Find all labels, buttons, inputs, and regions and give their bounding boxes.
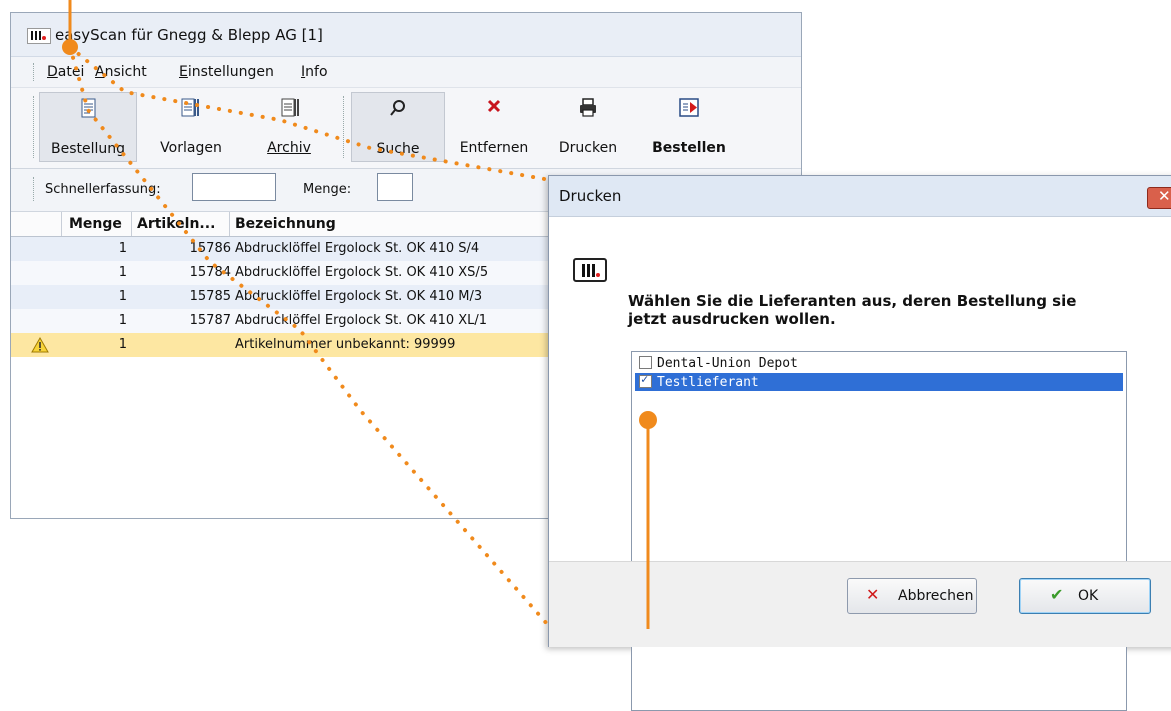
title-bar: easyScan für Gnegg & Blepp AG [1] [11, 13, 801, 57]
vorlagen-label: Vorlagen [160, 140, 222, 156]
printer-icon [575, 96, 601, 120]
quantity-input[interactable] [377, 173, 413, 201]
archiv-label: Archiv [267, 140, 311, 156]
print-dialog: Drucken ✕ Wählen Sie die Lieferanten aus… [548, 175, 1171, 711]
checkmark-icon: ✔ [1050, 585, 1064, 604]
menu-datei[interactable]: Datei [47, 64, 84, 80]
window-title: easyScan für Gnegg & Blepp AG [1] [55, 26, 323, 44]
app-logo-icon [27, 28, 51, 44]
menu-einstellungen[interactable]: Einstellungen [179, 64, 274, 80]
order-document-icon [75, 97, 101, 121]
warning-icon [31, 336, 49, 354]
bestellen-label: Bestellen [652, 140, 726, 156]
quick-entry-input[interactable] [192, 173, 276, 201]
quick-entry-label: Schnellerfassung: [45, 182, 161, 197]
entfernen-button[interactable]: Entfernen [451, 92, 537, 160]
dialog-title: Drucken [559, 187, 622, 205]
cell-bezeichnung: Abdrucklöffel Ergolock St. OK 410 XL/1 [235, 313, 488, 328]
cancel-label: Abbrechen [898, 588, 974, 604]
cell-bezeichnung: Artikelnummer unbekannt: 99999 [235, 337, 456, 352]
checkbox-checked[interactable]: ✓ [639, 372, 652, 388]
quickbar-grip [33, 177, 37, 201]
cell-artikelnummer: 15784 [189, 265, 231, 280]
cell-menge: 1 [118, 241, 127, 256]
cell-menge: 1 [118, 289, 127, 304]
menu-info[interactable]: Info [301, 64, 328, 80]
templates-icon [178, 96, 204, 120]
cell-bezeichnung: Abdrucklöffel Ergolock St. OK 410 XS/5 [235, 265, 489, 280]
cell-bezeichnung: Abdrucklöffel Ergolock St. OK 410 S/4 [235, 241, 480, 256]
cell-artikelnummer: 15785 [189, 289, 231, 304]
remove-x-icon [481, 96, 507, 120]
column-bezeichnung[interactable]: Bezeichnung [235, 216, 336, 232]
dialog-message: Wählen Sie die Lieferanten aus, deren Be… [628, 292, 1148, 328]
toolbar-grip [33, 96, 37, 158]
toolbar-grip-2 [343, 96, 347, 158]
menu-ansicht[interactable]: Ansicht [95, 64, 147, 80]
drucken-label: Drucken [558, 140, 618, 156]
suche-label: Suche [376, 141, 420, 157]
cell-artikelnummer: 15787 [189, 313, 231, 328]
menu-grip [33, 63, 37, 81]
list-item-label: Testlieferant [657, 375, 759, 390]
bestellung-button[interactable]: Bestellung [39, 92, 137, 162]
toolbar: Bestellung Vorlagen Archiv Suche Entfern… [11, 88, 801, 169]
bestellen-button[interactable]: Bestellen [639, 92, 739, 160]
cell-menge: 1 [118, 337, 127, 352]
list-item-dental-union[interactable]: Dental-Union Depot [635, 354, 1123, 372]
vorlagen-button[interactable]: Vorlagen [143, 92, 239, 160]
supplier-list[interactable]: Dental-Union Depot ✓ Testlieferant [631, 351, 1127, 711]
dialog-message-line: jetzt ausdrucken wollen. [628, 310, 836, 328]
suche-button[interactable]: Suche [351, 92, 445, 162]
cancel-x-icon: ✕ [866, 585, 880, 604]
cell-menge: 1 [118, 265, 127, 280]
send-order-icon [676, 96, 702, 120]
app-logo-icon [573, 258, 607, 282]
quantity-label: Menge: [303, 182, 352, 197]
cancel-button[interactable]: ✕ Abbrechen [847, 578, 977, 614]
close-icon: ✕ [1158, 187, 1171, 205]
dialog-title-bar: Drucken ✕ [549, 176, 1171, 217]
cell-bezeichnung: Abdrucklöffel Ergolock St. OK 410 M/3 [235, 289, 483, 304]
close-button[interactable]: ✕ [1147, 187, 1171, 209]
checkmark-icon: ✓ [641, 372, 649, 386]
archive-icon [276, 96, 302, 120]
column-menge[interactable]: Menge [69, 216, 122, 232]
menu-bar: Datei Ansicht Einstellungen Info [11, 57, 801, 88]
column-artikelnummer[interactable]: Artikeln... [137, 216, 215, 232]
search-icon [385, 97, 411, 121]
list-item-label: Dental-Union Depot [657, 356, 798, 371]
ok-button[interactable]: ✔ OK [1019, 578, 1151, 614]
cell-menge: 1 [118, 313, 127, 328]
drucken-button[interactable]: Drucken [545, 92, 631, 160]
entfernen-label: Entfernen [459, 140, 529, 156]
list-item-testlieferant[interactable]: ✓ Testlieferant [635, 372, 1123, 391]
checkbox[interactable] [639, 356, 652, 369]
archiv-button[interactable]: Archiv [245, 92, 333, 160]
bestellung-label: Bestellung [50, 141, 126, 157]
cell-artikelnummer: 15786 [189, 241, 231, 256]
ok-label: OK [1078, 588, 1099, 604]
dialog-message-line: Wählen Sie die Lieferanten aus, deren Be… [628, 292, 1077, 310]
